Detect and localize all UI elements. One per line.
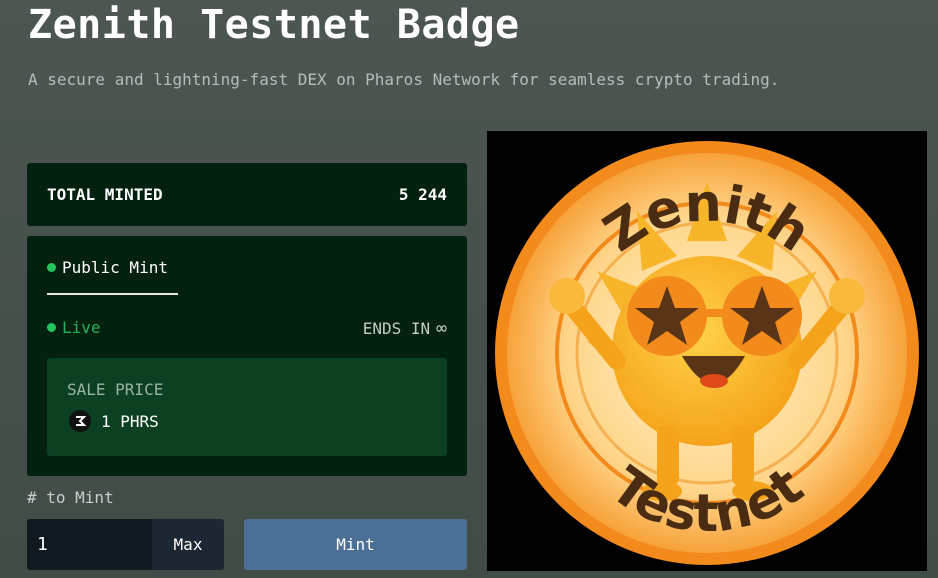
zenith-badge-illustration: Zenith Testnet	[495, 141, 919, 565]
ends-in: ENDS IN ∞	[363, 318, 447, 339]
tab-public-mint[interactable]: Public Mint	[47, 258, 178, 295]
sale-price-amount: 1 PHRS	[101, 411, 159, 431]
live-status-label: Live	[62, 318, 101, 337]
total-minted-label: TOTAL MINTED	[47, 185, 163, 204]
page-subtitle: A secure and lightning-fast DEX on Pharo…	[28, 70, 780, 89]
infinity-icon: ∞	[436, 318, 447, 339]
badge-image: Zenith Testnet	[487, 131, 927, 571]
mint-phase-panel: Public Mint Live ENDS IN ∞ SALE PRICE 1 …	[27, 236, 467, 476]
mint-button[interactable]: Mint	[244, 519, 467, 570]
quantity-label: # to Mint	[27, 488, 114, 507]
status-dot-icon	[47, 263, 56, 272]
sale-price-value: 1 PHRS	[69, 410, 159, 432]
sale-price-label: SALE PRICE	[67, 380, 164, 399]
max-button[interactable]: Max	[152, 519, 224, 570]
total-minted-panel: TOTAL MINTED 5 244	[27, 163, 467, 226]
quantity-input[interactable]	[27, 519, 152, 570]
sale-price-panel: SALE PRICE 1 PHRS	[47, 358, 447, 456]
ends-in-label: ENDS IN	[362, 319, 431, 338]
live-dot-icon	[47, 323, 56, 332]
page-title: Zenith Testnet Badge	[28, 2, 520, 48]
phrs-token-icon	[69, 410, 91, 432]
tab-public-mint-label: Public Mint	[62, 258, 168, 277]
live-status: Live	[47, 318, 101, 337]
total-minted-count: 5 244	[398, 185, 447, 204]
